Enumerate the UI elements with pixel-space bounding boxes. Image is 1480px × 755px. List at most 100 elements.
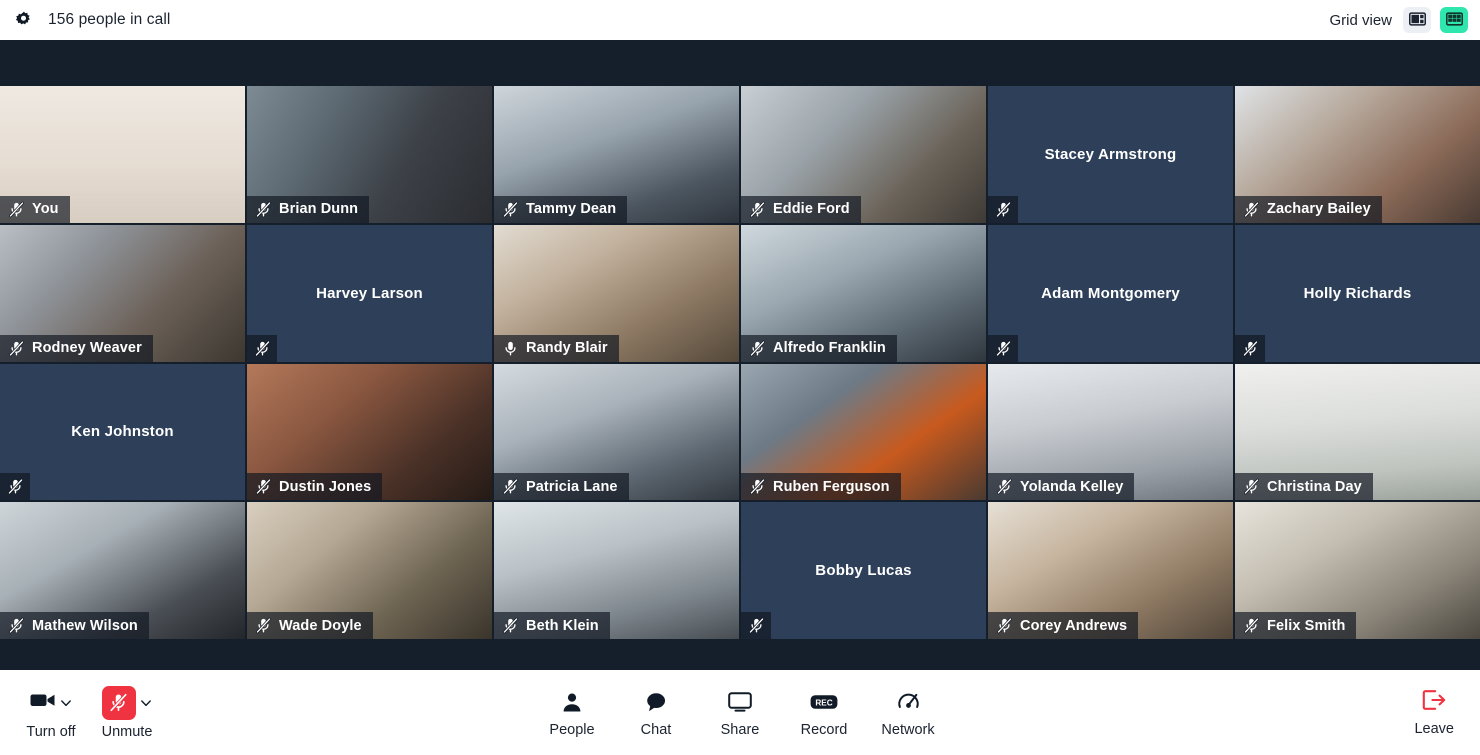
participant-tile[interactable]: Mathew Wilson [0,502,245,639]
mic-off-icon [502,201,519,218]
participant-name: Zachary Bailey [1267,201,1371,218]
mic-off-icon [101,685,136,720]
camera-options-chevron-icon[interactable] [60,696,73,709]
record-icon: REC [810,687,838,717]
participant-tile[interactable]: Zachary Bailey [1235,86,1480,223]
sidebar-view-button[interactable] [1403,7,1431,33]
mic-off-icon [749,478,766,495]
chat-label: Chat [640,722,672,738]
participant-tile[interactable]: Corey Andrews [988,502,1233,639]
mic-off-icon [7,478,24,495]
mic-off-icon [995,340,1012,357]
participant-tile[interactable]: Bobby Lucas [741,502,986,639]
chat-icon [645,687,668,717]
participant-tile[interactable]: Alfredo Franklin [741,224,986,362]
participant-name: You [32,201,59,218]
participant-name: Tammy Dean [526,201,617,218]
participant-name: Felix Smith [1267,617,1346,634]
participant-name: Ruben Ferguson [773,478,890,495]
participant-tile[interactable]: Adam Montgomery [988,224,1233,362]
participant-name-placeholder: Holly Richards [1303,284,1412,302]
participant-name: Wade Doyle [279,617,362,634]
participant-badge [1235,334,1265,362]
participant-tile[interactable]: Tammy Dean [494,86,739,223]
participant-name: Beth Klein [526,617,599,634]
mic-off-icon [254,340,271,357]
participant-tile[interactable]: Patricia Lane [494,363,739,501]
participant-tile[interactable]: Brian Dunn [247,86,492,223]
participant-badge: Alfredo Franklin [741,334,897,362]
record-label: Record [800,722,848,738]
participant-tile[interactable]: Ken Johnston [0,363,245,501]
participant-name-placeholder: Harvey Larson [316,284,423,302]
leave-button[interactable]: Leave [1414,689,1454,737]
mic-off-icon [1243,617,1260,634]
mic-off-icon [996,478,1013,495]
header-left-group: 156 people in call [14,10,170,30]
mic-toggle-row [101,685,153,720]
participant-tile[interactable]: Felix Smith [1235,502,1480,639]
network-button[interactable]: Network [881,687,935,738]
mic-off-icon [255,617,272,634]
mic-off-icon [749,201,766,218]
participant-tile[interactable]: Harvey Larson [247,224,492,362]
participant-tile[interactable]: Ruben Ferguson [741,363,986,501]
participant-badge: Corey Andrews [988,612,1139,639]
mic-off-icon [995,201,1012,218]
participant-tile[interactable]: Dustin Jones [247,363,492,501]
mic-off-icon [749,340,766,357]
participant-grid: You Brian Dunn Tammy Dean Eddie Ford Stac… [0,86,1480,639]
participant-tile[interactable]: Eddie Ford [741,86,986,223]
share-label: Share [720,722,760,738]
participant-badge: Mathew Wilson [0,612,149,639]
mic-off-icon [255,478,272,495]
record-button[interactable]: REC Record [797,687,851,738]
chat-button[interactable]: Chat [629,687,683,738]
participant-tile[interactable]: Beth Klein [494,502,739,639]
header-right-group: Grid view [1329,7,1468,33]
mic-toggle-button[interactable]: Unmute [98,685,156,740]
participant-badge: Randy Blair [494,334,619,362]
svg-text:REC: REC [815,698,832,707]
participant-tile[interactable]: Randy Blair [494,224,739,362]
mic-off-icon [502,478,519,495]
toolbar-center-group: People Chat Share REC Record Network [545,687,935,738]
participant-badge: You [0,195,70,223]
participant-tile[interactable]: Rodney Weaver [0,224,245,362]
mic-options-chevron-icon[interactable] [140,696,153,709]
participant-badge [0,473,30,501]
leave-icon [1422,689,1446,716]
participant-tile[interactable]: Holly Richards [1235,224,1480,362]
share-button[interactable]: Share [713,687,767,738]
participant-badge: Ruben Ferguson [741,473,901,501]
people-icon [561,687,583,717]
participant-badge: Yolanda Kelley [988,473,1135,501]
call-title: 156 people in call [48,11,171,28]
network-label: Network [881,722,935,738]
participant-name-placeholder: Stacey Armstrong [1044,145,1177,163]
view-mode-label: Grid view [1329,11,1392,29]
grid-view-icon [1445,11,1463,29]
toolbar-right-group: Leave [1414,689,1480,737]
mic-off-icon [748,617,765,634]
people-label: People [549,722,595,738]
participant-badge [988,195,1018,223]
camera-icon [30,691,56,714]
people-button[interactable]: People [545,687,599,738]
mic-off-icon [1243,201,1260,218]
mic-on-icon [502,340,519,357]
mic-off-icon [996,617,1013,634]
gear-icon[interactable] [14,10,34,30]
participant-tile[interactable]: Yolanda Kelley [988,363,1233,501]
participant-badge: Eddie Ford [741,195,861,223]
participant-tile[interactable]: You [0,86,245,223]
grid-view-button[interactable] [1440,7,1468,33]
leave-label: Leave [1414,720,1454,737]
camera-toggle-row [30,686,73,720]
participant-tile[interactable]: Wade Doyle [247,502,492,639]
mic-off-icon [502,617,519,634]
camera-toggle-button[interactable]: Turn off [22,686,80,740]
participant-badge: Brian Dunn [247,195,370,223]
participant-tile[interactable]: Christina Day [1235,363,1480,501]
participant-tile[interactable]: Stacey Armstrong [988,86,1233,223]
